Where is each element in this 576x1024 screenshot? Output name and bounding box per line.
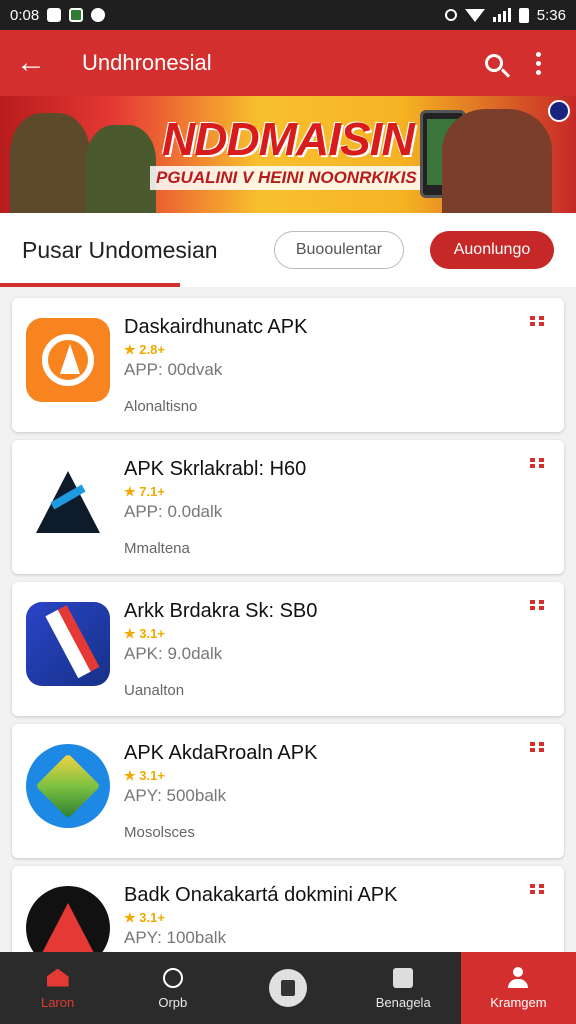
app-bar: ← Undhronesial — [0, 30, 576, 96]
nav-label: Benagela — [375, 994, 431, 1010]
app-card[interactable]: APK Skrlakrabl: H60 ★ 7.1+ APP: 0.0dalk … — [12, 440, 564, 574]
card-menu-icon[interactable] — [530, 884, 544, 894]
promo-banner[interactable]: NDDMAISIN PGUALINI V HEINI NOONRKIKIS — [0, 96, 576, 213]
search-icon — [485, 54, 503, 72]
card-menu-icon[interactable] — [530, 742, 544, 752]
nav-item-store[interactable]: Benagela — [346, 952, 461, 1024]
filter-chip-active[interactable]: Auonlungo — [430, 231, 554, 269]
notification-icon — [47, 8, 62, 22]
wifi-icon — [464, 8, 485, 22]
battery-icon — [518, 7, 529, 23]
circle-icon — [162, 967, 183, 988]
section-title: Pusar Undomesian — [22, 236, 218, 263]
app-name: Arkk Brdakra Sk: SB0 — [124, 600, 318, 622]
app-icon — [26, 744, 110, 828]
app-icon — [26, 602, 110, 686]
app-category: Mosolsces — [124, 824, 195, 841]
nav-item-profile[interactable]: Kramgem — [460, 952, 576, 1024]
status-time-left: 0:08 — [10, 6, 40, 24]
nav-label: Orpb — [158, 994, 188, 1010]
nav-label: Kramgem — [490, 994, 547, 1010]
overflow-menu-button[interactable] — [516, 51, 560, 75]
app-rating: ★ 3.1+ — [124, 626, 165, 641]
search-button[interactable] — [472, 54, 516, 72]
app-card[interactable]: APK AkdaRroaln APK ★ 3.1+ APY: 500balk M… — [12, 724, 564, 858]
app-rating: ★ 7.1+ — [124, 484, 165, 499]
section-header: Pusar Undomesian Buooulentar Auonlungo — [0, 213, 576, 287]
app-icon — [26, 460, 110, 544]
center-action-icon — [269, 969, 307, 1007]
app-size: APK: 9.0dalk — [124, 644, 223, 663]
bag-icon — [393, 967, 414, 988]
banner-officer-figure — [442, 109, 552, 213]
home-icon — [46, 968, 69, 987]
app-list: Daskairdhunatc APK ★ 2.8+ APP: 00dvak Al… — [12, 298, 564, 1008]
app-rating: ★ 2.8+ — [124, 342, 165, 357]
app-name: Daskairdhunatc APK — [124, 316, 308, 338]
tab-indicator — [0, 283, 180, 287]
nav-label: Laron — [40, 994, 75, 1010]
card-menu-icon[interactable] — [530, 316, 544, 326]
signal-icon — [492, 8, 511, 22]
page-title: Undhronesial — [82, 50, 212, 75]
banner-soldier-figure — [86, 125, 156, 213]
app-size: APY: 100balk — [124, 928, 227, 947]
app-icon — [26, 318, 110, 402]
nav-item-center[interactable] — [230, 952, 345, 1024]
person-icon — [507, 966, 529, 989]
app-category: Uanalton — [124, 682, 185, 699]
banner-soldier-figure — [10, 113, 90, 213]
app-size: APP: 00dvak — [124, 360, 223, 379]
app-size: APY: 500balk — [124, 786, 227, 805]
app-card[interactable]: Arkk Brdakra Sk: SB0 ★ 3.1+ APK: 9.0dalk… — [12, 582, 564, 716]
banner-headline: NDDMAISIN — [162, 113, 415, 165]
nav-item-explore[interactable]: Orpb — [115, 952, 230, 1024]
app-rating: ★ 3.1+ — [124, 768, 165, 783]
app-notification-icon — [69, 8, 84, 22]
app-name: Badk Onakakartá dokmini APK — [124, 884, 398, 906]
alarm-icon — [444, 9, 457, 21]
app-card[interactable]: Daskairdhunatc APK ★ 2.8+ APP: 00dvak Al… — [12, 298, 564, 432]
back-arrow-icon[interactable]: ← — [16, 46, 58, 80]
app-category: Mmaltena — [124, 540, 190, 557]
banner-emblem — [548, 100, 570, 122]
status-bar: 0:08 5:36 — [0, 0, 576, 30]
status-time-right: 5:36 — [536, 6, 566, 24]
banner-subline: PGUALINI V HEINI NOONRKIKIS — [150, 166, 423, 190]
app-size: APP: 0.0dalk — [124, 502, 223, 521]
nav-item-home[interactable]: Laron — [0, 952, 115, 1024]
app-name: APK Skrlakrabl: H60 — [124, 458, 307, 480]
app-rating: ★ 3.1+ — [124, 910, 165, 925]
filter-chip[interactable]: Buooulentar — [274, 231, 404, 269]
card-menu-icon[interactable] — [530, 458, 544, 468]
bottom-nav: Laron Orpb Benagela Kramgem — [0, 952, 576, 1024]
more-vert-icon — [535, 51, 541, 75]
telegram-icon — [91, 8, 106, 22]
card-menu-icon[interactable] — [530, 600, 544, 610]
app-name: APK AkdaRroaln APK — [124, 742, 318, 764]
app-category: Alonaltisno — [124, 398, 198, 415]
